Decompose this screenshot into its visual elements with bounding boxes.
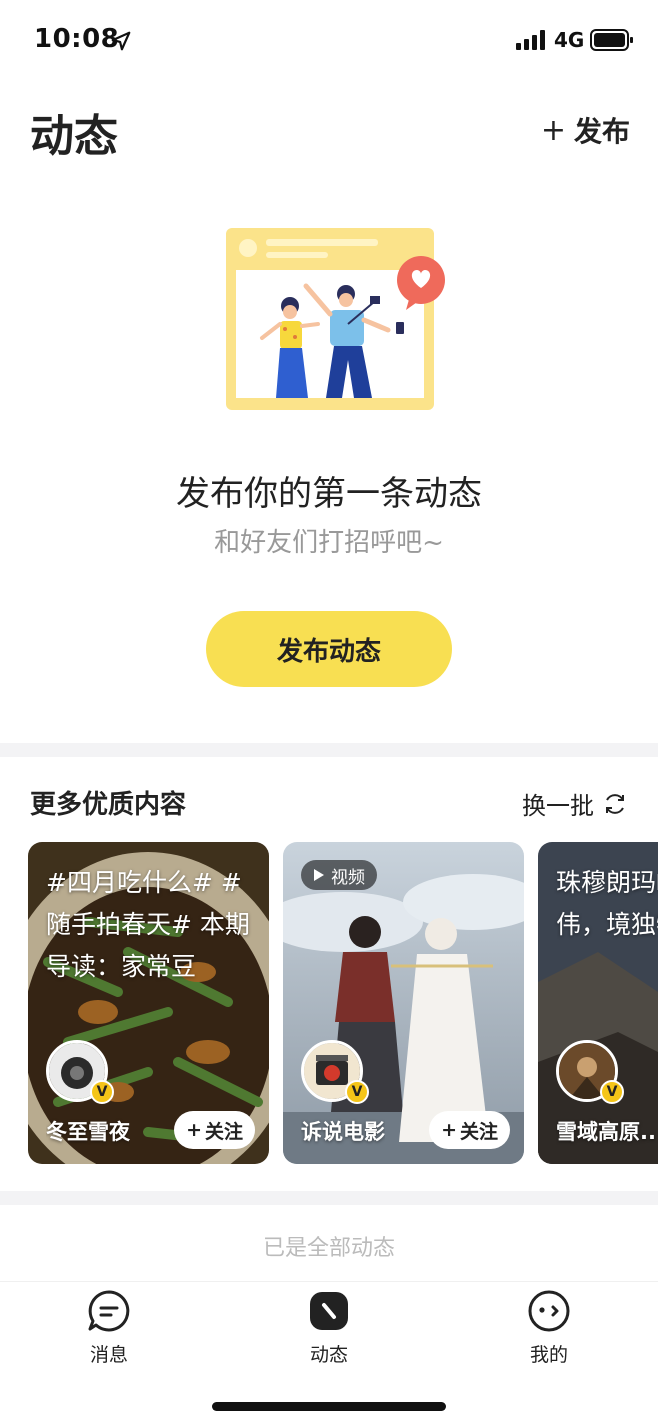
moments-icon (310, 1292, 348, 1330)
location-arrow-icon (111, 31, 131, 51)
card-username: 诉说电影 (301, 1120, 385, 1144)
network-type: 4G (554, 28, 585, 52)
end-of-list-note: 已是全部动态 (262, 1236, 395, 1261)
follow-button[interactable]: + 关注 (429, 1111, 510, 1149)
follow-button[interactable]: + 关注 (174, 1111, 255, 1149)
signal-icon (516, 30, 545, 50)
status-bar: 10:08 4G (0, 0, 658, 80)
plus-icon: + (186, 1119, 202, 1141)
empty-state-title: 发布你的第一条动态 (176, 474, 482, 514)
verified-badge-icon: V (345, 1080, 369, 1104)
refresh-icon (606, 793, 624, 814)
recommend-card[interactable]: 视频 V 诉说电影 + 关注 (283, 842, 524, 1164)
tab-profile[interactable]: 我的 (494, 1288, 604, 1367)
empty-state-illustration (226, 228, 445, 410)
tab-label: 我的 (529, 1344, 568, 1366)
publish-button[interactable]: + 发布 (541, 110, 630, 150)
recommend-card[interactable]: #四月吃什么# #随手拍春天# 本期导读：家常豆 V 冬至雪夜 + 关注 (28, 842, 269, 1164)
tab-messages[interactable]: 消息 (54, 1288, 164, 1367)
refresh-batch-button[interactable]: 换一批 (522, 786, 628, 821)
video-badge-label: 视频 (331, 867, 365, 888)
recommend-card[interactable]: 珠穆朗玛峰高势伟，境独特， V 雪域高原.. (538, 842, 658, 1164)
follow-label: 关注 (204, 1120, 243, 1143)
message-icon (88, 1290, 130, 1332)
publish-moment-button[interactable]: 发布动态 (206, 611, 452, 687)
card-username: 冬至雪夜 (46, 1120, 130, 1144)
card-text: #四月吃什么# #随手拍春天# 本期导读：家常豆 (46, 868, 250, 981)
play-icon (314, 869, 324, 881)
refresh-label: 换一批 (522, 792, 594, 820)
empty-state-subtitle: 和好友们打招呼吧~ (214, 528, 444, 558)
verified-badge-icon: V (90, 1080, 114, 1104)
video-badge: 视频 (301, 860, 377, 890)
recommend-section-title: 更多优质内容 (30, 790, 187, 820)
recommend-card-list[interactable]: #四月吃什么# #随手拍春天# 本期导读：家常豆 V 冬至雪夜 + 关注 视频 … (28, 842, 658, 1164)
publish-label: 发布 (573, 115, 630, 148)
status-time: 10:08 (34, 24, 120, 54)
section-divider (0, 1191, 658, 1205)
page-title: 动态 (30, 111, 118, 162)
plus-icon: + (540, 112, 566, 148)
profile-icon (528, 1290, 570, 1332)
follow-label: 关注 (459, 1120, 498, 1143)
tab-label: 消息 (89, 1344, 128, 1366)
plus-icon: + (441, 1119, 457, 1141)
tab-label: 动态 (309, 1344, 348, 1366)
section-divider (0, 743, 658, 757)
card-text: 珠穆朗玛峰高势伟，境独特， (556, 868, 658, 939)
battery-icon (590, 29, 633, 51)
home-indicator (212, 1402, 446, 1411)
verified-badge-icon: V (600, 1080, 624, 1104)
card-username: 雪域高原.. (556, 1120, 656, 1144)
tab-moments[interactable]: 动态 (274, 1288, 384, 1367)
